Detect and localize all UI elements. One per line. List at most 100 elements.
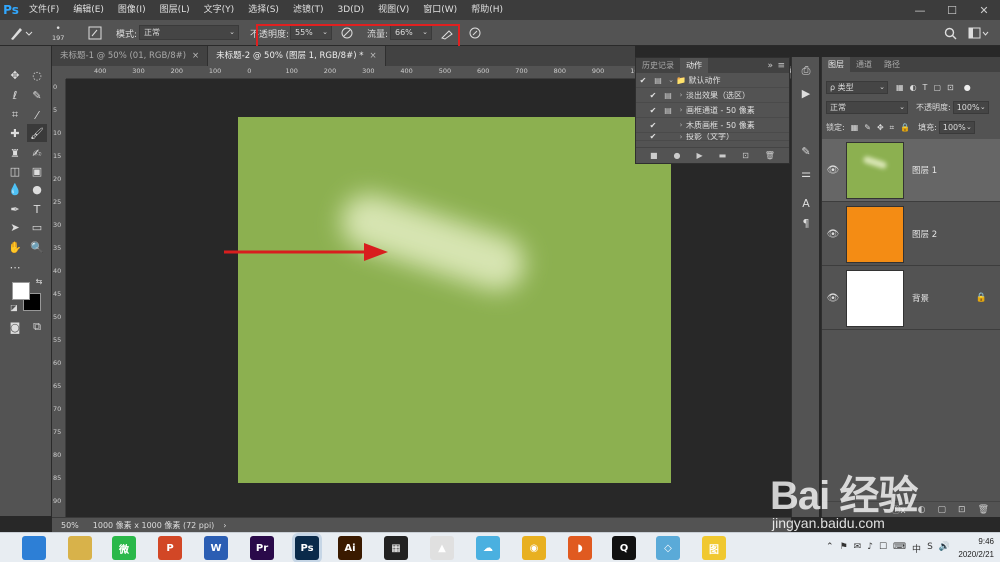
menu-window[interactable]: 窗口(W) <box>416 0 464 20</box>
brush-tool-icon[interactable]: 🖌 <box>27 124 47 142</box>
taskbar-app-icon[interactable] <box>68 536 92 560</box>
delete-layer-icon[interactable]: 🗑 <box>978 505 989 515</box>
taskbar-app-icon[interactable]: Q <box>612 536 636 560</box>
marquee-tool-icon[interactable]: ◌ <box>27 66 47 84</box>
pen-tool-icon[interactable]: ✒ <box>5 200 25 218</box>
default-colors-icon[interactable]: ◪ <box>9 302 19 312</box>
adjustment-layer-icon[interactable]: ◐ <box>918 505 926 515</box>
menu-file[interactable]: 文件(F) <box>22 0 66 20</box>
screen-mode-icon[interactable]: ⧉ <box>27 318 47 336</box>
expand-icon[interactable]: › <box>676 133 686 140</box>
layer-row[interactable]: 👁 背景 🔒 <box>822 267 1000 330</box>
mode-dropdown[interactable]: 正常 ⌄ <box>139 25 239 40</box>
clone-stamp-tool-icon[interactable]: ♜ <box>5 144 25 162</box>
tray-icon[interactable]: 中 <box>912 542 921 555</box>
taskbar-app-icon[interactable] <box>22 536 46 560</box>
menu-image[interactable]: 图像(I) <box>111 0 153 20</box>
lock-all-icon[interactable]: 🔒 <box>900 123 910 132</box>
taskbar-app-icon[interactable]: 微 <box>112 536 136 560</box>
zoom-tool-icon[interactable]: 🔍 <box>27 238 47 256</box>
fx-icon[interactable]: ⓕx <box>891 503 905 516</box>
visibility-eye-icon[interactable]: 👁 <box>822 165 844 176</box>
lasso-tool-icon[interactable]: ℓ <box>5 86 25 104</box>
taskbar-app-icon[interactable]: ◇ <box>656 536 680 560</box>
visibility-eye-icon[interactable]: 👁 <box>822 293 844 304</box>
filter-pixel-icon[interactable]: ▦ <box>896 83 904 92</box>
filter-smart-icon[interactable]: ⊡ <box>947 83 954 92</box>
actions-panel-icon[interactable]: ▶ <box>797 85 815 101</box>
tab-channels[interactable]: 通道 <box>850 57 878 72</box>
action-row[interactable]: ✔ ▤ › 画框通道 - 50 像素 <box>636 103 789 118</box>
tray-icon[interactable]: 🔊 <box>939 542 950 555</box>
eyedropper-tool-icon[interactable]: ⁄ <box>27 106 47 124</box>
check-icon[interactable]: ✔ <box>646 106 660 115</box>
taskbar-app-icon[interactable]: W <box>204 536 228 560</box>
brush-settings-icon[interactable]: ✎ <box>797 143 815 159</box>
tray-icon[interactable]: ⌨ <box>893 542 906 555</box>
tab-actions[interactable]: 动作 <box>680 58 708 73</box>
play-icon[interactable]: ▶ <box>696 151 702 160</box>
check-icon[interactable]: ✔ <box>646 91 660 100</box>
hand-tool-icon[interactable]: ✋ <box>5 238 25 256</box>
brush-size-picker[interactable]: • 197 <box>52 20 64 46</box>
expand-icon[interactable]: › <box>676 91 686 99</box>
tab-paths[interactable]: 路径 <box>878 57 906 72</box>
search-icon[interactable] <box>944 20 957 46</box>
filter-adjustment-icon[interactable]: ◐ <box>910 83 917 92</box>
expand-icon[interactable]: › <box>676 106 686 114</box>
blur-tool-icon[interactable]: 💧 <box>5 180 25 198</box>
tray-icon[interactable]: S <box>927 542 933 555</box>
menu-filter[interactable]: 滤镜(T) <box>286 0 331 20</box>
menu-select[interactable]: 选择(S) <box>241 0 286 20</box>
taskbar-app-icon[interactable]: ▲ <box>430 536 454 560</box>
taskbar-app-icon[interactable]: Ai <box>338 536 362 560</box>
new-set-icon[interactable]: ▬ <box>719 151 727 160</box>
quick-mask-icon[interactable]: ◙ <box>5 318 25 336</box>
layer-filter-dropdown[interactable]: ρ 类型 ⌄ <box>826 81 888 94</box>
fill-field[interactable]: 100% ⌄ <box>938 121 975 134</box>
maximize-button[interactable]: ☐ <box>936 0 968 20</box>
tab-history[interactable]: 历史记录 <box>636 58 680 73</box>
action-row[interactable]: ✔ › 投影（文字） <box>636 133 789 141</box>
swap-colors-icon[interactable]: ⇆ <box>33 276 45 286</box>
expand-icon[interactable]: › <box>676 121 686 129</box>
layer-opacity-field[interactable]: 100% ⌄ <box>952 101 989 114</box>
filter-shape-icon[interactable]: ▢ <box>933 83 941 92</box>
menu-type[interactable]: 文字(Y) <box>197 0 242 20</box>
close-icon[interactable]: × <box>192 51 199 61</box>
new-layer-icon[interactable]: ⊡ <box>958 505 966 515</box>
history-panel-icon[interactable]: ⎙ <box>797 63 815 79</box>
record-icon[interactable]: ● <box>674 151 681 160</box>
lock-transparent-icon[interactable]: ▦ <box>851 123 859 132</box>
tab-document-2[interactable]: 未标题-2 @ 50% (图层 1, RGB/8#) * × <box>208 46 386 66</box>
delete-icon[interactable]: 🗑 <box>765 151 775 160</box>
path-selection-tool-icon[interactable]: ➤ <box>5 218 25 236</box>
lock-artboard-icon[interactable]: ⌗ <box>890 123 895 133</box>
tray-icon[interactable]: ⌃ <box>826 542 834 555</box>
panel-menu-icon[interactable]: ≡ <box>777 61 785 71</box>
gradient-tool-icon[interactable]: ▣ <box>27 162 47 180</box>
taskbar-app-icon[interactable]: ▦ <box>384 536 408 560</box>
layer-row[interactable]: 👁 图层 2 <box>822 203 1000 266</box>
menu-3d[interactable]: 3D(D) <box>330 0 371 20</box>
edit-toolbar-icon[interactable]: ⋯ <box>5 258 25 276</box>
character-panel-icon[interactable]: A <box>797 195 815 211</box>
visibility-eye-icon[interactable]: 👁 <box>822 229 844 240</box>
paragraph-panel-icon[interactable]: ¶ <box>797 215 815 231</box>
quick-select-tool-icon[interactable]: ✎ <box>27 86 47 104</box>
menu-layer[interactable]: 图层(L) <box>153 0 197 20</box>
crop-tool-icon[interactable]: ⌗ <box>5 106 25 124</box>
group-icon[interactable]: ▢ <box>938 505 947 515</box>
status-more-icon[interactable]: › <box>223 521 226 530</box>
tray-icon[interactable]: ☐ <box>879 542 887 555</box>
layer-row[interactable]: 👁 图层 1 <box>822 139 1000 202</box>
brush-tool-preset-icon[interactable] <box>8 20 34 46</box>
action-set-row[interactable]: ✔ ▤ ⌄ 📁 默认动作 <box>636 73 789 88</box>
eraser-tool-icon[interactable]: ◫ <box>5 162 25 180</box>
taskbar-app-icon[interactable]: Ps <box>295 536 319 560</box>
foreground-color-swatch[interactable] <box>12 282 30 300</box>
filter-type-icon[interactable]: T <box>923 83 928 92</box>
healing-brush-tool-icon[interactable]: ✚ <box>5 124 25 142</box>
taskbar-app-icon[interactable]: ☁ <box>476 536 500 560</box>
tray-icon[interactable]: ⚑ <box>840 542 848 555</box>
